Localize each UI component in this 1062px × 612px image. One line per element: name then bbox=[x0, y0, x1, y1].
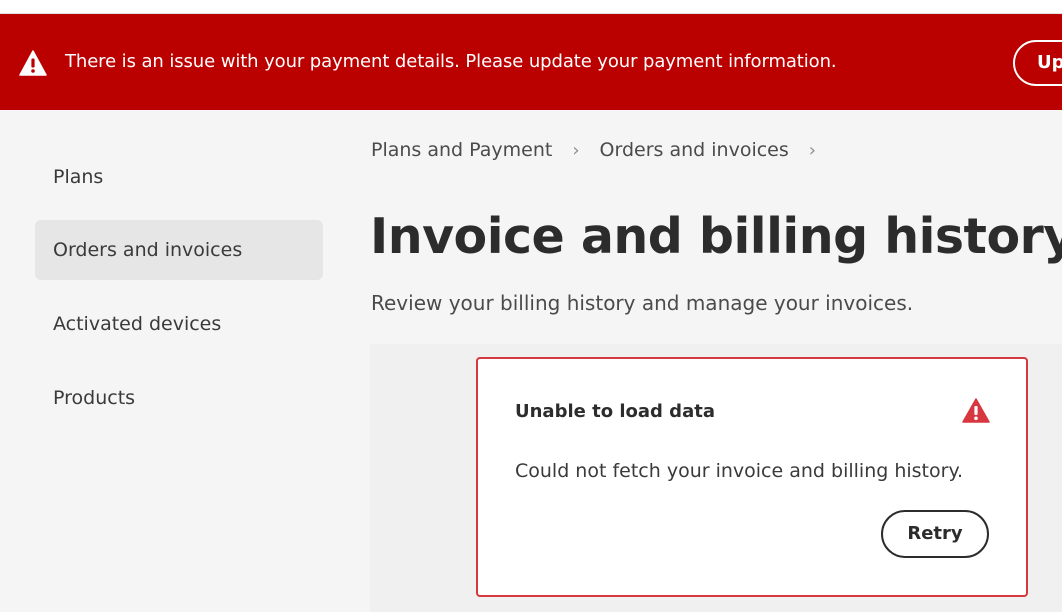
retry-button[interactable]: Retry bbox=[881, 510, 989, 558]
page-subtitle: Review your billing history and manage y… bbox=[371, 291, 914, 315]
page-title: Invoice and billing history bbox=[370, 208, 1062, 265]
alert-icon bbox=[962, 398, 990, 423]
sidebar-item-plans[interactable]: Plans bbox=[35, 147, 323, 207]
error-card-message: Could not fetch your invoice and billing… bbox=[515, 460, 964, 482]
chevron-right-icon: › bbox=[572, 140, 580, 161]
sidebar-item-label: Products bbox=[53, 387, 136, 409]
sidebar-item-products[interactable]: Products bbox=[35, 368, 323, 428]
sidebar-item-label: Activated devices bbox=[53, 313, 222, 335]
breadcrumb-orders-and-invoices[interactable]: Orders and invoices bbox=[600, 139, 789, 161]
sidebar-item-label: Plans bbox=[53, 166, 104, 188]
chevron-right-icon: › bbox=[808, 140, 816, 161]
payment-alert-banner: There is an issue with your payment deta… bbox=[0, 14, 1062, 110]
sidebar-item-label: Orders and invoices bbox=[53, 239, 243, 261]
alert-icon bbox=[19, 50, 47, 76]
breadcrumb: Plans and Payment › Orders and invoices › bbox=[371, 139, 836, 161]
error-card-title: Unable to load data bbox=[515, 401, 715, 422]
banner-message: There is an issue with your payment deta… bbox=[65, 51, 837, 72]
top-strip bbox=[0, 0, 1062, 14]
update-payment-button[interactable]: Up bbox=[1013, 40, 1062, 86]
error-card: Unable to load data Could not fetch your… bbox=[476, 357, 1028, 597]
sidebar-item-orders-and-invoices[interactable]: Orders and invoices bbox=[35, 220, 323, 280]
breadcrumb-plans-and-payment[interactable]: Plans and Payment bbox=[371, 139, 552, 161]
sidebar-item-activated-devices[interactable]: Activated devices bbox=[35, 294, 323, 354]
